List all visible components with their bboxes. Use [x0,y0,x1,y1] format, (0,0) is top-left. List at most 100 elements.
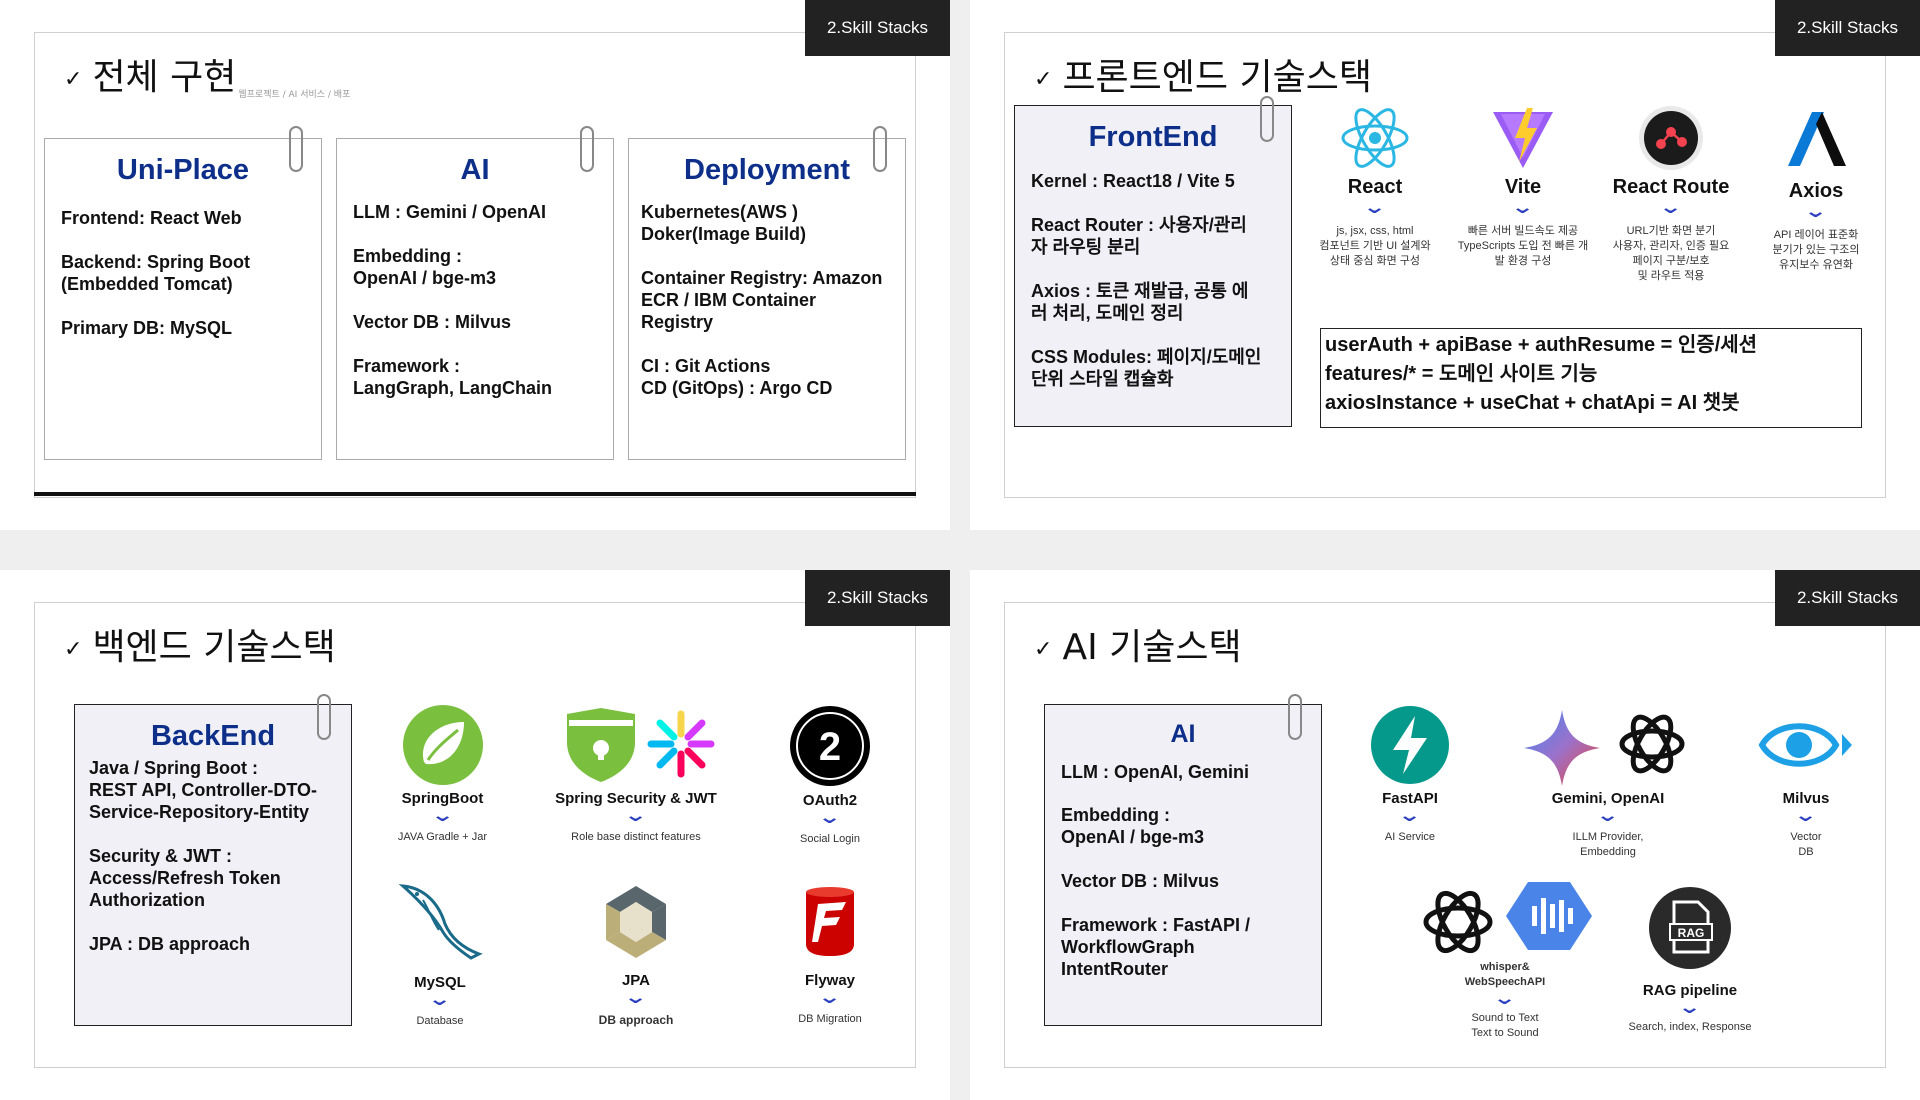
chevron-down-icon: ⌄ [1793,805,1819,825]
logo-desc: Role base distinct features [571,831,701,843]
paperclip-icon [289,126,303,172]
card-line: JPA : DB approach [89,934,251,955]
gemini-openai-icon [1524,710,1685,786]
section-tag: 2.Skill Stacks [1775,0,1920,56]
card-line: Primary DB: MySQL [61,318,233,339]
chevron-down-icon: ⌄ [1658,197,1684,217]
mysql-icon [398,884,483,960]
paperclip-icon [317,694,331,740]
paperclip-icon [1288,694,1302,740]
slide-title: ✓ AI 기술스택 [1034,618,1242,670]
logo-jpa: JPA ⌄ DB approach [566,880,706,1028]
section-tag: 2.Skill Stacks [805,570,950,626]
logo-desc: Social Login [800,833,860,845]
logo-desc: Sound to Text Text to Sound [1471,1011,1539,1039]
note-line: features/* = 도메인 사이트 기능 [1325,363,1598,385]
slide-frontend: 2.Skill Stacks ✓ 프론트엔드 기술스택 FrontEnd Kern… [970,0,1920,530]
logo-name: Vite [1504,176,1542,198]
logo-axios: Axios ⌄ API 레이어 표준화 분기가 있는 구조의 유지보수 유연화 [1746,104,1886,273]
chevron-down-icon: ⌄ [817,987,843,1007]
check-icon: ✓ [1034,66,1053,92]
logo-desc: Database [416,1015,464,1027]
rag-badge-text: RAG [1678,926,1705,940]
card-line: CI : Git Actions CD (GitOps) : Argo CD [641,356,833,399]
card-line: LLM : Gemini / OpenAI [353,202,546,223]
logo-desc: JAVA Gradle + Jar [397,831,488,843]
card-title: BackEnd [150,720,276,752]
logo-flyway: Flyway ⌄ DB Migration [760,880,900,1027]
oauth-badge-text: 2 [819,725,841,769]
paperclip-icon [873,126,887,172]
check-icon: ✓ [1034,636,1053,662]
note-line: axiosInstance + useChat + chatApi = AI 챗… [1325,392,1740,414]
chevron-down-icon: ⌄ [427,989,453,1009]
security-jwt-icon [567,708,715,782]
logo-mysql: MySQL ⌄ Database [370,880,510,1029]
title-text: 전체 구현 [92,57,237,98]
fastapi-icon [1371,706,1449,784]
logo-desc: URL기반 화면 분기 사용자, 관리자, 인증 필요 페이지 구분/보호 및 … [1612,225,1730,282]
chevron-down-icon: ⌄ [623,805,649,825]
slide-title: ✓ 전체 구현 웹프로젝트 / AI 서비스 / 배포 [64,48,350,100]
card-line: Kubernetes(AWS ) Doker(Image Build) [641,202,807,245]
chevron-down-icon: ⌄ [430,805,455,825]
card-line: Security & JWT : Access/Refresh Token Au… [89,846,281,911]
oauth2-icon: 2 [790,706,870,786]
chevron-down-icon: ⌄ [1803,201,1829,221]
structure-notes: userAuth + apiBase + authResume = 인증/세션 … [1320,328,1862,428]
card-backend: BackEnd Java / Spring Boot : REST API, C… [74,704,352,1026]
chevron-down-icon: ⌄ [1362,197,1388,217]
card-ai: AI LLM : Gemini / OpenAI Embedding : Ope… [336,138,614,460]
logo-oauth2: 2 OAuth2 ⌄ Social Login [760,704,900,847]
chevron-down-icon: ⌄ [1492,987,1518,1008]
logo-gemini-openai: Gemini, OpenAI ⌄ ILLM Provider, Embeddin… [1518,704,1698,860]
chevron-down-icon: ⌄ [623,987,649,1007]
spring-icon [402,705,483,785]
paperclip-icon [1260,96,1274,142]
card-line: React Router : 사용자/관리 자 라우팅 분리 [1031,215,1247,258]
logo-desc: DB approach [598,1013,674,1027]
logo-desc: js, jsx, css, html 컴포넌트 기반 UI 설계와 상태 중심 … [1319,225,1431,267]
card-line: Vector DB : Milvus [353,312,512,333]
logo-springboot: SpringBoot ⌄ JAVA Gradle + Jar [370,704,515,845]
title-text: AI 기술스택 [1062,627,1242,668]
flyway-icon [806,887,854,956]
logo-desc: 빠른 서버 빌드속도 제공 TypeScripts 도입 전 빠른 개 발 환경… [1457,225,1589,267]
card-line: Embedding : OpenAI / bge-m3 [353,246,497,289]
card-line: CSS Modules: 페이지/도메인 단위 스타일 캡슐화 [1031,347,1262,390]
logo-desc: DB Migration [798,1013,862,1025]
logo-rag: RAG RAG pipeline ⌄ Search, index, Respon… [1610,886,1770,1035]
section-tag: 2.Skill Stacks [805,0,950,56]
title-subtitle: 웹프로젝트 / AI 서비스 / 배포 [238,90,351,100]
logo-react: React ⌄ js, jsx, css, html 컴포넌트 기반 UI 설계… [1300,104,1450,269]
chevron-down-icon: ⌄ [1510,197,1536,217]
card-title: FrontEnd [1088,121,1218,153]
card-title: AI [1170,720,1196,748]
title-text: 백엔드 기술스택 [92,627,336,668]
logo-desc: ILLM Provider, Embedding [1572,831,1644,858]
card-ai-stack: AI LLM : OpenAI, Gemini Embedding : Open… [1044,704,1322,1026]
logo-security-jwt: Spring Security & JWT ⌄ Role base distin… [536,704,736,845]
card-title: AI [460,154,490,186]
card-line: LLM : OpenAI, Gemini [1061,761,1249,782]
logo-desc: Search, index, Response [1628,1021,1752,1033]
slide-ai: 2.Skill Stacks ✓ AI 기술스택 AI LLM : OpenAI,… [970,570,1920,1100]
card-deployment: Deployment Kubernetes(AWS ) Doker(Image … [628,138,906,460]
milvus-icon [1758,723,1852,767]
slide-overview: 2.Skill Stacks ✓ 전체 구현 웹프로젝트 / AI 서비스 / 배포… [0,0,950,530]
logo-name: Axios [1788,180,1844,202]
section-tag: 2.Skill Stacks [1775,570,1920,626]
react-icon [1341,108,1409,168]
paperclip-icon [580,126,594,172]
card-title: Deployment [684,154,850,186]
logo-fastapi: FastAPI ⌄ AI Service [1340,704,1480,845]
card-line: Container Registry: Amazon ECR / IBM Con… [641,268,883,333]
card-line: Embedding : OpenAI / bge-m3 [1061,805,1205,848]
title-text: 프론트엔드 기술스택 [1062,57,1372,98]
slide-backend: 2.Skill Stacks ✓ 백엔드 기술스택 BackEnd Java / … [0,570,950,1100]
rag-icon: RAG [1649,887,1731,969]
logo-name: whisper& WebSpeechAPI [1464,961,1546,988]
chevron-down-icon: ⌄ [1677,997,1703,1017]
axios-icon [1788,112,1846,166]
logo-desc: AI Service [1384,831,1436,843]
